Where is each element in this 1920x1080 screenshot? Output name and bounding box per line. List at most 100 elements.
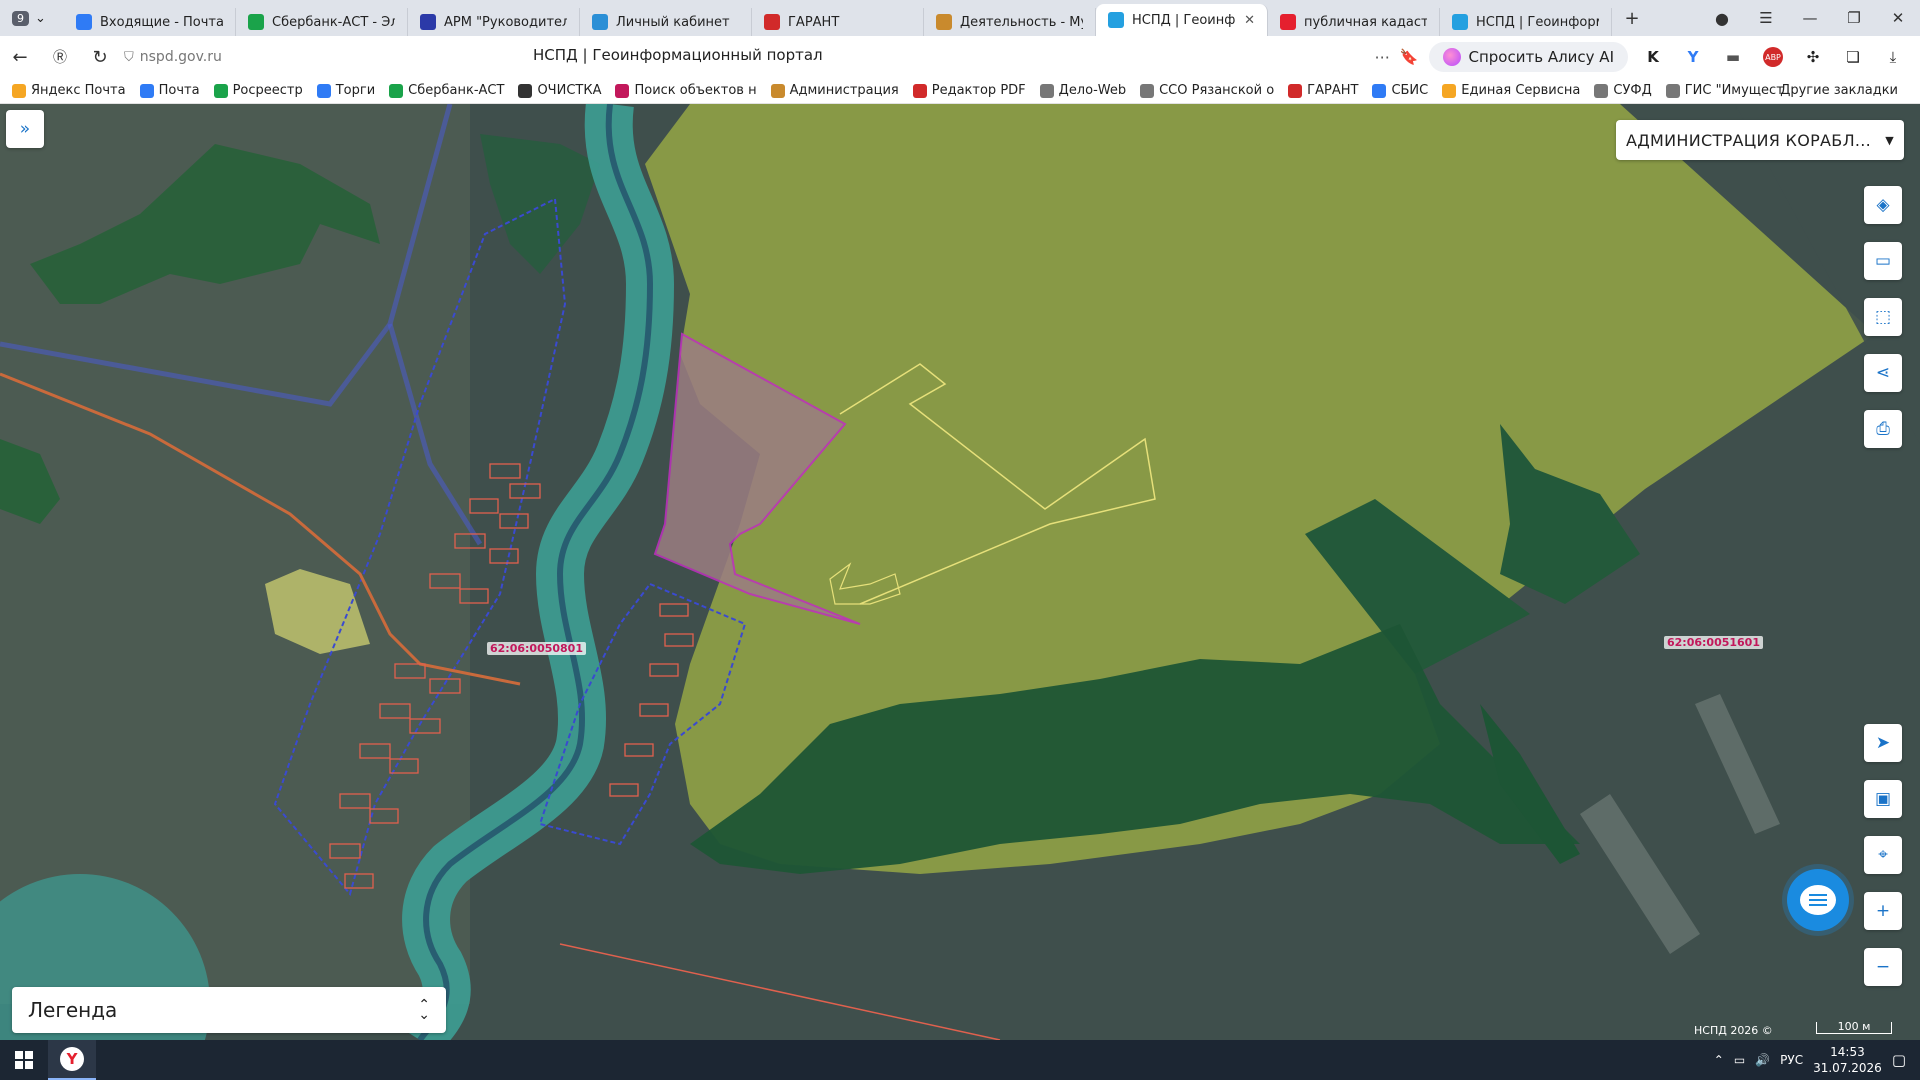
bookmark-icon [770,83,785,98]
yandex-extension-icon[interactable]: Y [1678,42,1708,72]
chevron-down-icon: ⌄ [35,10,46,26]
legend-panel[interactable]: Легенда ⌃ ⌄ [12,987,446,1033]
reload-button[interactable]: ↻ [80,39,120,75]
bookmark-icon [316,83,331,98]
coat-of-arms-icon [936,14,952,30]
layers-icon[interactable]: ◈ [1864,186,1902,224]
volume-icon[interactable]: 🔊 [1755,1053,1770,1067]
close-window-button[interactable]: ✕ [1876,9,1920,27]
administration-select[interactable]: АДМИНИСТРАЦИЯ КОРАБЛ... ▼ [1616,120,1904,160]
bookmark-icon[interactable]: 🔖 [1400,48,1419,66]
download-icon[interactable]: ⤓ [1878,42,1908,72]
chat-button[interactable] [1787,869,1849,931]
browser-tab[interactable]: Сбербанк-АСТ - Элект [236,8,408,36]
expand-collapse-icon[interactable]: ⌃ ⌄ [418,998,430,1022]
bookmark-icon [213,83,228,98]
caret-down-icon: ▼ [1885,133,1894,147]
browser-tab[interactable]: НСПД | Геоинфор ✕ [1096,4,1268,36]
bookmark-item[interactable]: СУФД [1594,83,1652,98]
print-icon[interactable]: ⎙ [1864,410,1902,448]
collections-icon[interactable]: ❏ [1838,42,1868,72]
profile-icon[interactable]: ● [1700,9,1744,28]
bookmark-item[interactable]: ГАРАНТ [1288,83,1358,98]
bookmark-icon [615,83,630,98]
bookmark-item[interactable]: Редактор PDF [912,83,1026,98]
ask-alisa-button[interactable]: Спросить Алису AI [1428,42,1628,72]
minimap-icon[interactable]: ▣ [1864,780,1902,818]
notifications-icon[interactable]: ▢ [1892,1051,1906,1069]
bookmark-icon [1594,83,1609,98]
bookmark-item[interactable]: Единая Сервисна [1442,83,1580,98]
browser-tab[interactable]: ГАРАНТ [752,8,924,36]
tray-chevron-icon[interactable]: ⌃ [1714,1053,1724,1067]
browser-tab[interactable]: Входящие - Почта [64,8,236,36]
bookmark-item[interactable]: СБИС [1372,83,1428,98]
bookmark-icon [139,83,154,98]
expand-panel-button[interactable]: » [6,110,44,148]
menu-icon[interactable]: ☰ [1744,9,1788,27]
browser-tab[interactable]: Личный кабинет [580,8,752,36]
browser-tab[interactable]: Деятельность - Муни [924,8,1096,36]
tab-label: Входящие - Почта [100,14,223,30]
restore-button[interactable]: ❐ [1832,9,1876,27]
ruler-icon[interactable]: ▭ [1864,242,1902,280]
adblock-icon[interactable]: ABP [1758,42,1788,72]
tab-label: НСПД | Геоинформа [1476,14,1599,30]
bookmark-item[interactable]: Почта [139,83,200,98]
sberbank-icon [248,14,264,30]
locate-icon[interactable]: ➤ [1864,724,1902,762]
yandex-icon [1280,14,1296,30]
new-tab-button[interactable]: + [1618,4,1646,32]
browser-tab[interactable]: НСПД | Геоинформа [1440,8,1612,36]
clock[interactable]: 14:53 31.07.2026 [1813,1044,1882,1076]
kontur-extension-icon[interactable]: K [1638,42,1668,72]
more-icon[interactable]: ··· [1375,48,1390,67]
back-button[interactable]: ← [0,39,40,75]
search-location-icon[interactable]: ⌖ [1864,836,1902,874]
map-view[interactable]: » АДМИНИСТРАЦИЯ КОРАБЛ... ▼ ◈ ▭ ⬚ ⋖ ⎙ ➤ … [0,104,1920,1040]
mail-icon [76,14,92,30]
wallet-extension-icon[interactable]: ▬ [1718,42,1748,72]
shield-icon: ⛉ [124,49,134,65]
nspd-icon [1452,14,1468,30]
cadastral-label[interactable]: 62:06:0051601 [1664,636,1763,649]
bookmark-item[interactable]: Дело-Web [1039,83,1126,98]
bookmark-item[interactable]: Росреестр [213,83,303,98]
cadastral-label[interactable]: 62:06:0050801 [487,642,586,655]
protect-icon[interactable]: Ⓡ [40,39,80,75]
bookmarks-bar: Яндекс Почта Почта Росреестр Торги Сбербанк-… [0,78,1920,104]
satellite-map[interactable] [0,104,1920,1040]
bookmark-icon [12,83,26,98]
tab-count: 9 [12,10,29,26]
tab-counter[interactable]: 9 ⌄ [6,4,64,32]
url-field[interactable]: nspd.gov.ru [140,49,222,65]
bookmark-icon [912,83,927,98]
browser-tab[interactable]: публичная кадастро [1268,8,1440,36]
bookmark-item[interactable]: ССО Рязанской о [1140,83,1274,98]
zoom-in-button[interactable]: + [1864,892,1902,930]
zoom-out-button[interactable]: − [1864,948,1902,986]
browser-tab[interactable]: АРМ "Руководитель [408,8,580,36]
close-tab-icon[interactable]: ✕ [1244,13,1255,28]
other-bookmarks[interactable]: Другие закладки [1780,83,1898,98]
copyright: НСПД 2026 © [1694,1024,1773,1037]
bookmark-item[interactable]: Яндекс Почта [12,83,126,98]
bookmark-item[interactable]: Администрация [770,83,899,98]
language-indicator[interactable]: РУС [1780,1053,1803,1067]
network-icon[interactable]: ▭ [1734,1053,1745,1067]
windows-start-icon[interactable] [0,1040,48,1080]
minimize-button[interactable]: — [1788,9,1832,27]
bookmark-item[interactable]: Поиск объектов н [615,83,757,98]
bookmark-item[interactable]: Торги [316,83,375,98]
arm-icon [420,14,436,30]
select-area-icon[interactable]: ⬚ [1864,298,1902,336]
bookmark-item[interactable]: ОЧИСТКА [518,83,601,98]
tab-label: Деятельность - Муни [960,14,1083,30]
bookmark-icon [1442,83,1457,98]
page-title: НСПД | Геоинформационный портал [533,46,823,64]
bookmark-item[interactable]: Сбербанк-АСТ [389,83,504,98]
extensions-icon[interactable]: ✣ [1798,42,1828,72]
bookmark-item[interactable]: ГИС "Имущест [1665,83,1784,98]
share-icon[interactable]: ⋖ [1864,354,1902,392]
yandex-browser-taskbar-icon[interactable]: Y [48,1040,96,1080]
